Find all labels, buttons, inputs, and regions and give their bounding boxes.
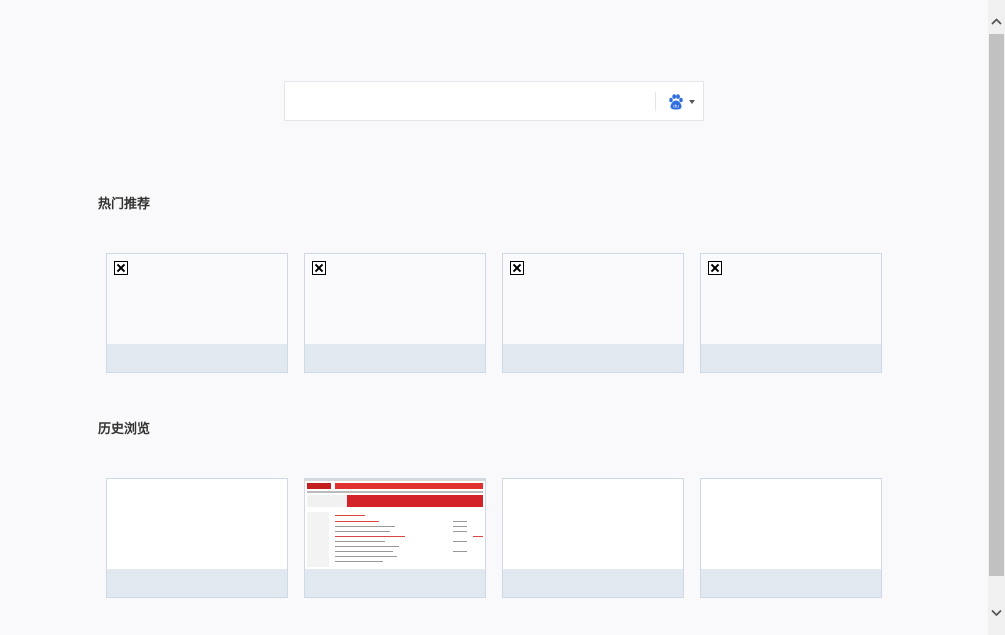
tile-thumbnail [701, 479, 881, 569]
search-divider [655, 92, 656, 111]
popular-tile-4[interactable] [700, 253, 882, 373]
tile-caption [305, 569, 485, 597]
tile-thumbnail [305, 254, 485, 344]
tile-thumbnail [503, 254, 683, 344]
section-title-history: 历史浏览 [98, 422, 151, 437]
tile-thumbnail [503, 479, 683, 569]
broken-image-icon [114, 261, 128, 275]
broken-image-icon [510, 261, 524, 275]
popular-tile-2[interactable] [304, 253, 486, 373]
tile-caption [107, 569, 287, 597]
website-screenshot-thumbnail [305, 479, 485, 569]
history-tile-4[interactable] [700, 478, 882, 598]
tile-thumbnail [701, 254, 881, 344]
tile-caption [305, 344, 485, 372]
svg-text:du: du [673, 104, 679, 110]
chevron-down-icon [689, 100, 695, 104]
tile-caption [503, 344, 683, 372]
tile-caption [701, 344, 881, 372]
tile-caption [701, 569, 881, 597]
scroll-up-button[interactable] [988, 13, 1005, 30]
tile-caption [107, 344, 287, 372]
tile-thumbnail [107, 254, 287, 344]
chevron-down-icon [991, 609, 1002, 617]
tile-caption [503, 569, 683, 597]
new-tab-page: du 热门推荐 历史浏览 [0, 0, 1005, 635]
broken-image-icon [312, 261, 326, 275]
tile-thumbnail [107, 479, 287, 569]
popular-tile-1[interactable] [106, 253, 288, 373]
section-title-popular: 热门推荐 [98, 197, 151, 212]
history-tile-3[interactable] [502, 478, 684, 598]
chevron-up-icon [991, 18, 1002, 25]
search-engine-selector[interactable]: du [665, 92, 699, 112]
tile-thumbnail [305, 479, 485, 569]
scrollbar-thumb[interactable] [989, 34, 1004, 576]
search-box: du [284, 81, 704, 121]
history-tile-2[interactable] [304, 478, 486, 598]
history-tile-1[interactable] [106, 478, 288, 598]
search-input[interactable] [285, 82, 655, 120]
baidu-paw-icon: du [669, 94, 683, 110]
broken-image-icon [708, 261, 722, 275]
scroll-down-button[interactable] [988, 604, 1005, 621]
vertical-scrollbar[interactable] [988, 0, 1005, 635]
popular-tile-3[interactable] [502, 253, 684, 373]
